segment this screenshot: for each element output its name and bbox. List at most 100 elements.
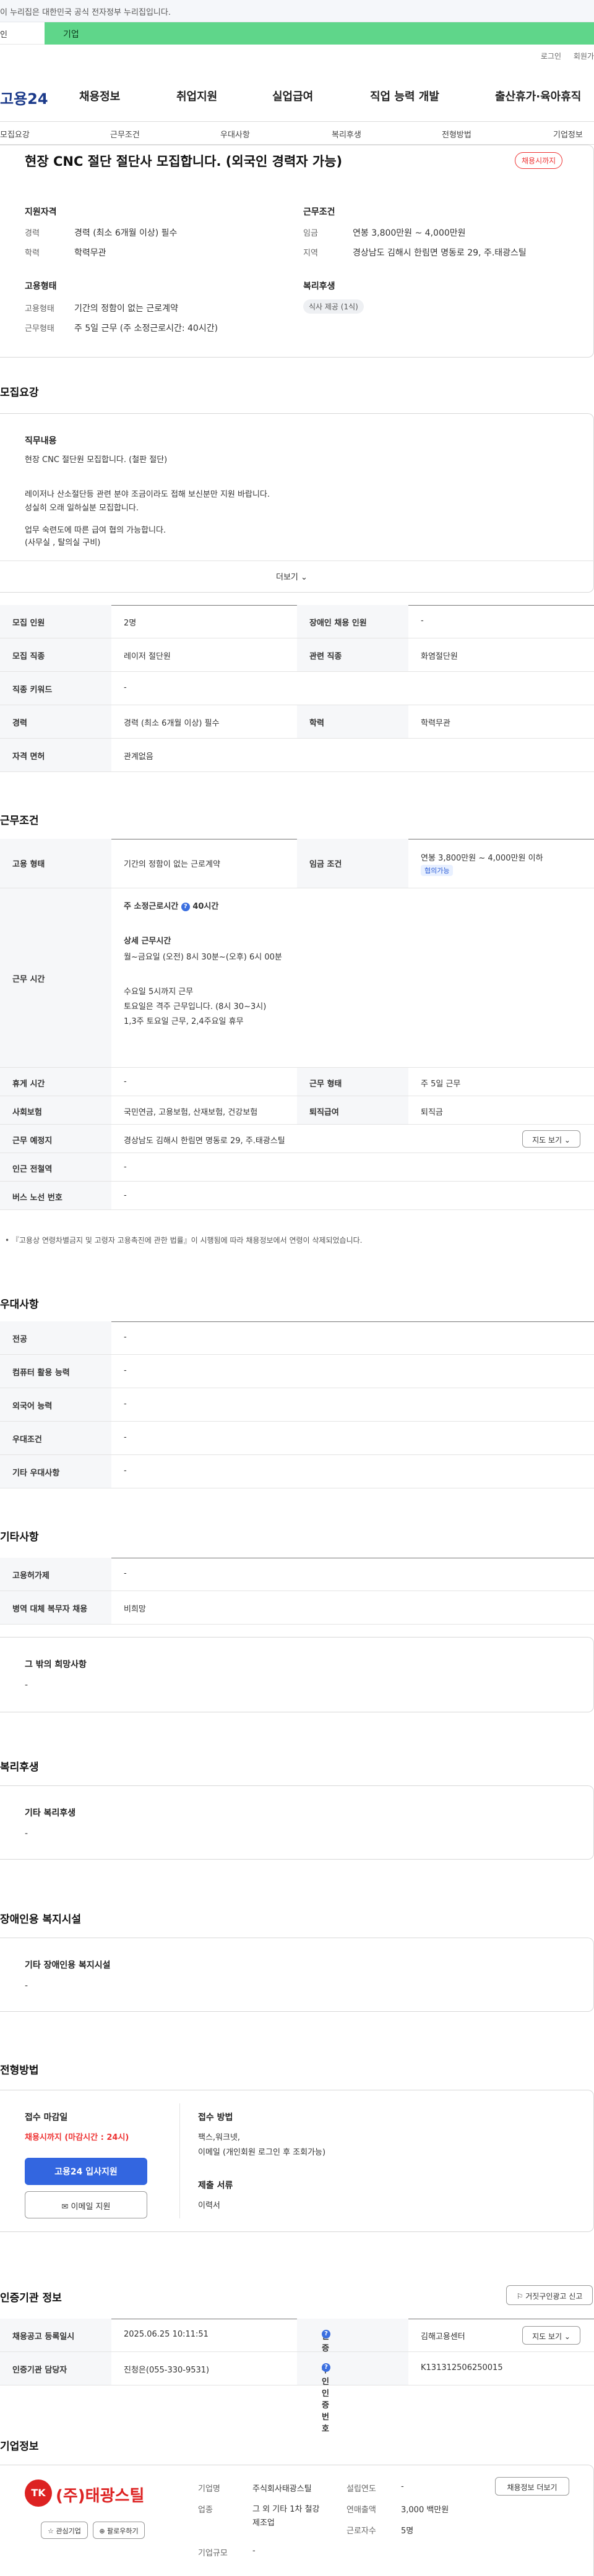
qual-value: 경력 (최소 6개월 이상) 필수 (74, 228, 178, 238)
disability-sub: 기타 장애인용 복지시설 (25, 1960, 111, 1970)
cell-value: 기간의 정함이 없는 근로계약 (124, 860, 220, 869)
question-icon[interactable]: ? (322, 2330, 330, 2338)
cell-label: 학력 (309, 719, 324, 728)
nav-employment-support[interactable]: 취업지원 (176, 88, 217, 104)
table-row: 외국어 능력 - (0, 1388, 594, 1422)
section-tabs: 모집요강 근무조건 우대사항 복리후생 전형방법 기업정보 (0, 121, 594, 145)
cell-label: 컴퓨터 활용 능력 (12, 1368, 70, 1378)
question-icon[interactable]: ? (181, 902, 190, 911)
company-field-value: - (401, 2482, 404, 2491)
mail-icon: ✉ (61, 2202, 69, 2212)
more-label: 더보기 (276, 573, 298, 582)
tab-preference[interactable]: 우대사항 (220, 128, 250, 140)
company-field-label: 연매출액 (346, 2505, 376, 2515)
company-field-value: - (252, 2546, 256, 2556)
more-jobs-button[interactable]: 채용정보 더보기 (495, 2477, 569, 2496)
chevron-down-icon: ⌄ (564, 2332, 570, 2341)
cell-label: 인근 전철역 (12, 1165, 53, 1174)
cell-value: 김해고용센터 (421, 2332, 465, 2342)
nav-job-info[interactable]: 채용정보 (79, 88, 120, 104)
star-icon: ☆ (48, 2527, 54, 2535)
cell-value: - (124, 1466, 127, 1475)
map-button[interactable]: 지도 보기 ⌄ (522, 1130, 580, 1148)
login-link[interactable]: 로그인 (541, 52, 561, 61)
cell-label: 고용허가제 (12, 1571, 50, 1581)
recruit-heading: 모집요강 (0, 387, 39, 399)
other-heading: 기타사항 (0, 1531, 39, 1543)
method-line: 팩스,워크넷, (198, 2133, 241, 2142)
email-apply-button[interactable]: ✉ 이메일 지원 (25, 2191, 147, 2218)
cell-value: 2명 (124, 619, 137, 628)
wish-heading: 그 밖의 희망사항 (25, 1660, 87, 1670)
table-row: 고용 형태 기간의 정함이 없는 근로계약 임금 조건 연봉 3,800만원 ~… (0, 839, 594, 888)
cell-label: 기타 우대사항 (12, 1469, 60, 1478)
method-line: 이메일 (개인회원 로그인 후 조회가능) (198, 2148, 326, 2157)
nav-vocational-training[interactable]: 직업 능력 개발 (370, 88, 439, 104)
cell-label: 경력 (12, 719, 27, 728)
duty-line: 레이저나 산소절단등 관련 분야 조금이라도 접해 보신분만 지원 바랍니다. (25, 490, 270, 499)
tab-company[interactable]: 기업정보 (553, 128, 583, 140)
more-button[interactable]: 더보기 ⌄ (276, 570, 308, 582)
cell-value: 비희망 (124, 1605, 146, 1614)
cell-label: 직종 키워드 (12, 685, 53, 695)
cell-label: 모집 직종 (12, 652, 45, 661)
cell-label: 병역 대체 복무자 채용 (12, 1605, 88, 1614)
tab-screening[interactable]: 전형방법 (442, 128, 471, 140)
report-button[interactable]: ⚐ 거짓구인광고 신고 (506, 2285, 593, 2305)
wage-pill: 협의가능 (421, 865, 454, 876)
company-field-label: 업종 (198, 2505, 213, 2515)
job-title: 현장 CNC 절단 절단사 모집합니다. (외국인 경력자 가능) (25, 154, 343, 169)
nav-parental-leave[interactable]: 출산휴가·육아휴직 (495, 88, 581, 104)
cell-value: 2025.06.25 10:11:51 (124, 2330, 209, 2339)
age-notice: • 『고용상 연령차별금지 및 고령자 고용촉진에 관한 법률』이 시행됨에 따… (5, 1236, 363, 1245)
nav-unemployment-benefit[interactable]: 실업급여 (272, 88, 313, 104)
welfare-section-heading: 복리후생 (0, 1761, 39, 1774)
duty-heading: 직무내용 (25, 436, 57, 446)
qual-label: 학력 (25, 249, 40, 258)
table-row: 직종 키워드 - (0, 672, 594, 705)
cell-value: 경상남도 김해시 한림면 명동로 29, 주.태광스틸 (124, 1136, 285, 1146)
cell-value: - (124, 1366, 127, 1375)
table-row: 자격 면허 관계없음 (0, 739, 594, 772)
company-field-value: 그 외 기타 1차 철강 제조업 (252, 2505, 320, 2528)
gov-notice-bar: 이 누리집은 대한민국 공식 전자정부 누리집입니다. (0, 0, 594, 22)
apply-button[interactable]: 고용24 입사지원 (25, 2158, 147, 2185)
cell-label: 자격 면허 (12, 752, 45, 762)
table-row: 모집 인원 2명 장애인 채용 인원 - (0, 605, 594, 638)
favorite-button[interactable]: ☆ 관심기업 (41, 2522, 88, 2539)
work-value: 연봉 3,800만원 ~ 4,000만원 (353, 228, 466, 238)
table-row: 사회보험 국민연금, 고용보험, 산재보험, 건강보험 퇴직급여 퇴직금 (0, 1096, 594, 1125)
cell-label: 전공 (12, 1335, 27, 1344)
tab-welfare[interactable]: 복리후생 (332, 128, 361, 140)
cell-value: 퇴직금 (421, 1108, 443, 1117)
weekly-hours-label: 주 소정근로시간 (124, 902, 179, 911)
table-row: 근무 시간 주 소정근로시간 ? 40시간 상세 근무시간 월~금요일 (오전)… (0, 888, 594, 1068)
follow-button[interactable]: ⊕ 팔로우하기 (93, 2522, 145, 2539)
welfare-card (0, 1785, 594, 1860)
cell-value: - (124, 1077, 127, 1086)
favorite-label: 관심기업 (56, 2527, 81, 2535)
company-field-label: 설립연도 (346, 2484, 376, 2494)
duty-line: 현장 CNC 절단원 모집합니다. (철판 절단) (25, 455, 168, 465)
work-label: 임금 (303, 229, 318, 238)
weekly-hours-value: 40시간 (192, 902, 219, 911)
table-row: 전공 - (0, 1321, 594, 1355)
work-label: 지역 (303, 249, 318, 258)
cell-value: - (124, 1162, 127, 1172)
top-tab-left[interactable]: 인 (0, 28, 7, 40)
top-tab-company[interactable]: 기업 (45, 22, 594, 45)
divider (179, 2103, 180, 2218)
signup-link[interactable]: 회원가 (574, 52, 594, 61)
emp-value: 기간의 정함이 없는 근로계약 (74, 304, 178, 314)
tab-conditions[interactable]: 근무조건 (110, 128, 140, 140)
site-logo[interactable]: 고용24 (0, 87, 48, 108)
wish-card (0, 1637, 594, 1712)
question-icon[interactable]: ? (322, 2363, 330, 2372)
cell-label: 외국어 능력 (12, 1402, 53, 1411)
cell-value: 국민연금, 고용보험, 산재보험, 건강보험 (124, 1108, 258, 1117)
screening-heading: 전형방법 (0, 2064, 39, 2077)
duty-line: (사무실 , 탈의실 구비) (25, 538, 101, 547)
tab-recruit[interactable]: 모집요강 (0, 128, 30, 140)
cert-map-button[interactable]: 지도 보기 ⌄ (522, 2326, 580, 2345)
conditions-heading: 근무조건 (0, 815, 39, 827)
